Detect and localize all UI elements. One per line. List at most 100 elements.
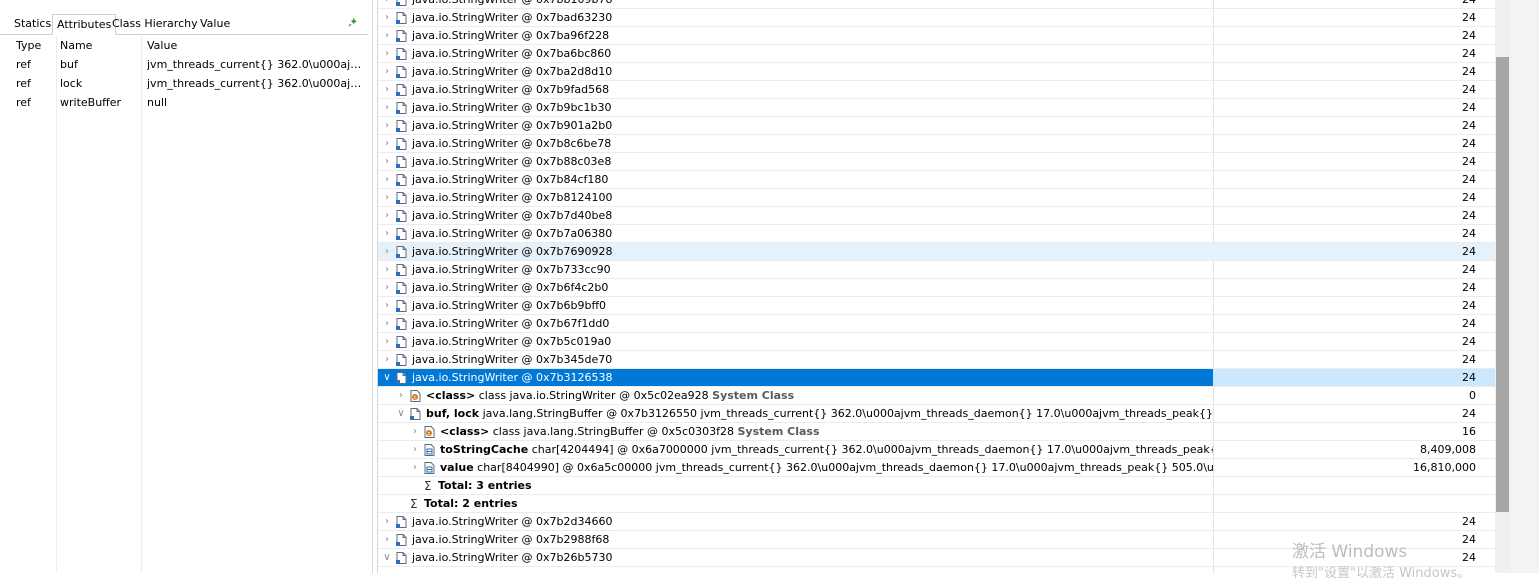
expand-chevron-icon[interactable]: › — [382, 27, 392, 44]
expand-chevron-icon[interactable]: › — [382, 315, 392, 332]
tree-row-stringwriter[interactable]: › java.io.StringWriter @ 0x7b5c019a0 24 — [378, 333, 1496, 351]
tree-row-stringwriter[interactable]: › java.io.StringWriter @ 0x7b8c6be78 24 — [378, 135, 1496, 153]
tree-row-stringwriter[interactable]: › java.io.StringWriter @ 0x7bad63230 24 — [378, 9, 1496, 27]
tree-row-stringwriter[interactable]: › java.io.StringWriter @ 0x7b7a06380 24 — [378, 225, 1496, 243]
tree-row-total-outer[interactable]: Σ Total: 2 entries — [378, 495, 1496, 513]
attribute-row[interactable]: ref lock jvm_threads_current{} 362.0\u00… — [10, 74, 368, 93]
tab-class-hierarchy[interactable]: Class Hierarchy — [108, 14, 202, 33]
tree-row-label: Total: 2 entries — [424, 495, 518, 512]
expand-chevron-icon[interactable]: › — [382, 0, 392, 8]
expand-chevron-icon[interactable]: › — [382, 297, 392, 314]
header-value[interactable]: Value — [147, 36, 363, 55]
tree-row-stringwriter[interactable]: › java.io.StringWriter @ 0x7b88c03e8 24 — [378, 153, 1496, 171]
expand-chevron-icon[interactable]: › — [382, 531, 392, 548]
attribute-value: jvm_threads_current{} 362.0\u000ajvm_thr… — [147, 77, 363, 90]
object-description: char[4204494] @ 0x6a7000000 jvm_threads_… — [531, 443, 1213, 456]
tree-row-stringwriter[interactable]: › java.io.StringWriter @ 0x7b7690928 24 — [378, 243, 1496, 261]
expand-chevron-icon[interactable]: › — [382, 63, 392, 80]
object-description: java.io.StringWriter @ 0x7b9bc1b30 — [412, 101, 612, 114]
tree-row-stringwriter[interactable]: › java.io.StringWriter @ 0x7b67f1dd0 24 — [378, 315, 1496, 333]
scrollbar-thumb[interactable] — [1496, 57, 1509, 512]
inspector-panel: Statics Attributes Class Hierarchy Value… — [0, 0, 373, 573]
expand-chevron-icon[interactable]: › — [382, 135, 392, 152]
tree-row-stringwriter[interactable]: › java.io.StringWriter @ 0x7b9fad568 24 — [378, 81, 1496, 99]
expand-chevron-icon[interactable]: › — [382, 171, 392, 188]
tree-row-stringwriter[interactable]: › java.io.StringWriter @ 0x7b84cf180 24 — [378, 171, 1496, 189]
tree-row-name-cell: › java.io.StringWriter @ 0x7b67f1dd0 — [378, 315, 1213, 332]
field-name: buf, lock — [426, 407, 480, 420]
tree-row-stringwriter[interactable]: › java.io.StringWriter @ 0x7b6f4c2b0 24 — [378, 279, 1496, 297]
expand-chevron-icon[interactable]: › — [382, 9, 392, 26]
tree-row-stringwriter[interactable]: › java.io.StringWriter @ 0x7ba2d8d10 24 — [378, 63, 1496, 81]
tree-row-stringwriter-selected[interactable]: ∨ java.io.StringWriter @ 0x7b3126538 24 — [378, 369, 1496, 387]
tree-row-stringwriter[interactable]: › java.io.StringWriter @ 0x7ba6bc860 24 — [378, 45, 1496, 63]
expand-chevron-icon[interactable]: › — [410, 441, 420, 458]
attribute-row[interactable]: ref writeBuffer null — [10, 93, 368, 112]
expand-chevron-icon[interactable]: › — [382, 279, 392, 296]
object-description: char[8404990] @ 0x6a5c00000 jvm_threads_… — [477, 461, 1213, 474]
tree-row-stringwriter[interactable]: › java.io.StringWriter @ 0x7b2d34660 24 — [378, 513, 1496, 531]
header-type[interactable]: Type — [16, 36, 56, 55]
tree-row-stringwriter[interactable]: › java.io.StringWriter @ 0x7b8124100 24 — [378, 189, 1496, 207]
tab-statics[interactable]: Statics — [10, 14, 55, 33]
expand-chevron-icon[interactable]: › — [382, 45, 392, 62]
tree-row-name-cell: › java.io.StringWriter @ 0x7b7690928 — [378, 243, 1213, 260]
expand-chevron-icon[interactable]: › — [382, 189, 392, 206]
tree-row-stringwriter[interactable]: › java.io.StringWriter @ 0x7b6b9bff0 24 — [378, 297, 1496, 315]
tree-row-name-cell: Σ Total: 2 entries — [378, 495, 1213, 512]
collapse-chevron-icon[interactable]: ∨ — [382, 549, 392, 566]
expand-chevron-icon[interactable]: › — [382, 351, 392, 368]
tree-row-stringbuffer-field[interactable]: › c <class> class java.lang.StringBuffer @… — [378, 423, 1496, 441]
attributes-header: Type Name Value — [10, 36, 368, 55]
expand-chevron-icon[interactable]: › — [382, 225, 392, 242]
attributes-table: Type Name Value ref buf jvm_threads_curr… — [10, 36, 368, 112]
vertical-scrollbar[interactable] — [1495, 0, 1510, 573]
tree-row-name-cell: › java.io.StringWriter @ 0x7b2988f68 — [378, 531, 1213, 548]
tree-row-stringbuffer-field[interactable]: › toStringCache char[4204494] @ 0x6a70000… — [378, 441, 1496, 459]
tree-row-stringwriter[interactable]: › java.io.StringWriter @ 0x7b901a2b0 24 — [378, 117, 1496, 135]
tree-row-stringwriter[interactable]: › java.io.StringWriter @ 0x7b345de70 24 — [378, 351, 1496, 369]
system-class-tag: System Class — [737, 425, 820, 438]
expand-chevron-icon[interactable]: › — [382, 243, 392, 260]
expand-chevron-icon[interactable]: › — [382, 81, 392, 98]
expand-chevron-icon[interactable]: › — [382, 207, 392, 224]
expand-chevron-icon[interactable]: › — [382, 117, 392, 134]
pin-icon[interactable] — [348, 17, 358, 27]
expand-chevron-icon[interactable]: › — [382, 513, 392, 530]
header-name[interactable]: Name — [60, 36, 142, 55]
collapse-chevron-icon[interactable]: ∨ — [396, 405, 406, 422]
tree-row-stringwriter[interactable]: › java.io.StringWriter @ 0x7bb109b78 24 — [378, 0, 1496, 9]
tab-attributes[interactable]: Attributes — [52, 14, 117, 35]
object-description: java.io.StringWriter @ 0x7ba96f228 — [412, 29, 610, 42]
tab-value[interactable]: Value — [196, 14, 234, 33]
tree-row-stringwriter[interactable]: › java.io.StringWriter @ 0x7b7d40be8 24 — [378, 207, 1496, 225]
tree-row-name-cell: › c <class> class java.io.StringWriter @ 0… — [378, 387, 1213, 404]
sum-icon: Σ — [410, 497, 418, 511]
expand-chevron-icon[interactable]: › — [410, 423, 420, 440]
tree-row-buf-lock[interactable]: ∨ buf, lock java.lang.StringBuffer @ 0x7b… — [378, 405, 1496, 423]
shallow-heap-size: 16,810,000 — [1413, 461, 1476, 474]
tree-row-label: java.io.StringWriter @ 0x7b9fad568 — [412, 81, 609, 98]
tree-row-name-cell: › java.io.StringWriter @ 0x7b7a06380 — [378, 225, 1213, 242]
tree-row-name-cell: › java.io.StringWriter @ 0x7b5c019a0 — [378, 333, 1213, 350]
attribute-row[interactable]: ref buf jvm_threads_current{} 362.0\u000… — [10, 55, 368, 74]
tree-row-total-inner[interactable]: Σ Total: 3 entries — [378, 477, 1496, 495]
tree-row-name-cell: › java.io.StringWriter @ 0x7bb109b78 — [378, 0, 1213, 8]
tree-row-name-cell: Σ Total: 3 entries — [378, 477, 1213, 494]
expand-chevron-icon[interactable]: › — [396, 387, 406, 404]
expand-chevron-icon[interactable]: › — [382, 153, 392, 170]
tree-row-stringwriter[interactable]: › java.io.StringWriter @ 0x7b9bc1b30 24 — [378, 99, 1496, 117]
attribute-value: null — [147, 96, 168, 109]
expand-chevron-icon[interactable]: › — [382, 333, 392, 350]
collapse-chevron-icon[interactable]: ∨ — [382, 369, 392, 386]
tree-row-class-reference[interactable]: › c <class> class java.io.StringWriter @ 0… — [378, 387, 1496, 405]
expand-chevron-icon[interactable]: › — [382, 99, 392, 116]
tree-row-stringwriter[interactable]: › java.io.StringWriter @ 0x7b733cc90 24 — [378, 261, 1496, 279]
object-instance-icon — [396, 0, 407, 6]
tree-row-stringbuffer-field[interactable]: › value char[8404990] @ 0x6a5c00000 jvm_t… — [378, 459, 1496, 477]
expand-chevron-icon[interactable]: › — [382, 261, 392, 278]
tree-row-label: java.io.StringWriter @ 0x7b8124100 — [412, 189, 613, 206]
tree-row-label: java.io.StringWriter @ 0x7bad63230 — [412, 9, 612, 26]
tree-row-stringwriter[interactable]: › java.io.StringWriter @ 0x7ba96f228 24 — [378, 27, 1496, 45]
expand-chevron-icon[interactable]: › — [410, 459, 420, 476]
